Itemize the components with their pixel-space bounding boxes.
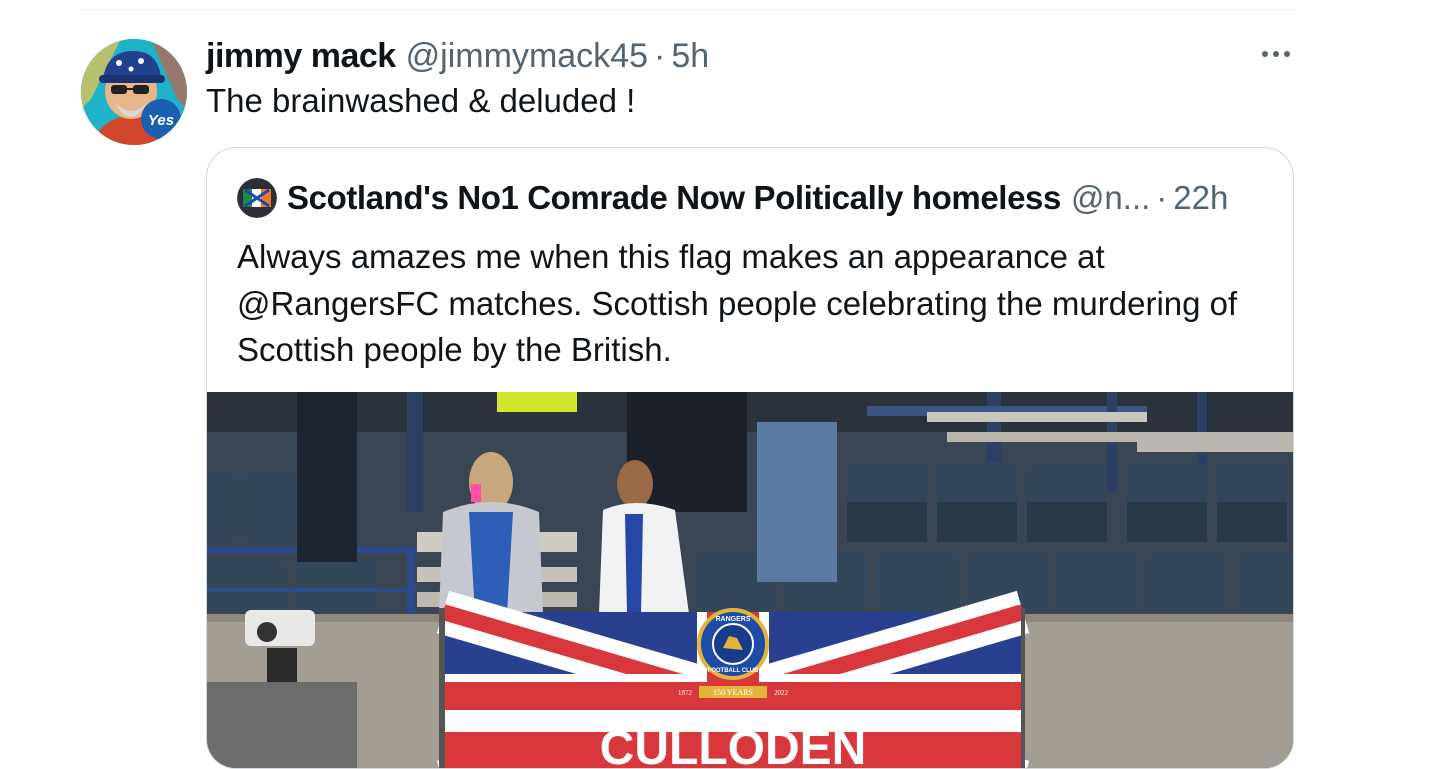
quoted-text-line: @RangersFC matches. Scottish people cele… [237,284,1238,322]
tweet-header: jimmy mack @jimmymack45 · 5h [206,34,709,78]
quoted-author-handle[interactable]: @n... [1071,179,1150,217]
quoted-author-name[interactable]: Scotland's No1 Comrade Now Politically h… [287,179,1061,217]
top-divider [81,9,1294,10]
stadium-photo: RANGERS FOOTBALL CLUB 150 YEARS 1872 202… [207,392,1293,769]
avatar-illustration: Yes [81,39,187,145]
quoted-tweet-card[interactable]: Scotland's No1 Comrade Now Politically h… [206,147,1294,769]
crest-year-left: 1872 [678,689,693,697]
tweet-timestamp[interactable]: 5h [671,37,709,76]
quoted-text-line: Always amazes me when this flag makes an… [237,238,1105,275]
tweet-text: The brainwashed & deluded ! [206,82,636,119]
author-handle[interactable]: @jimmymack45 [406,37,648,76]
quoted-author-avatar [237,178,277,218]
crest-bottom-text: FOOTBALL CLUB [708,668,760,674]
flag-avatar-icon [237,178,277,218]
crest-ribbon-text: 150 YEARS [713,688,753,697]
quoted-separator-dot: · [1156,179,1168,216]
crest-top-text: RANGERS [715,616,750,623]
yes-badge-text: Yes [148,112,174,129]
ellipsis-icon [1262,51,1290,57]
quoted-text-line: Scottish people by the British. [237,331,672,368]
quoted-tweet-photo[interactable]: RANGERS FOOTBALL CLUB 150 YEARS 1872 202… [207,392,1293,769]
quoted-timestamp[interactable]: 22h [1173,179,1228,217]
author-name[interactable]: jimmy mack [206,37,396,76]
separator-dot: · [654,36,666,75]
banner-text: CULLODEN [600,722,867,769]
crest-year-right: 2022 [774,689,789,697]
quoted-tweet-header: Scotland's No1 Comrade Now Politically h… [237,176,1228,220]
more-options-button[interactable] [1258,38,1294,70]
user-avatar[interactable]: Yes [81,39,187,145]
quoted-tweet-text: Always amazes me when this flag makes an… [237,234,1277,374]
